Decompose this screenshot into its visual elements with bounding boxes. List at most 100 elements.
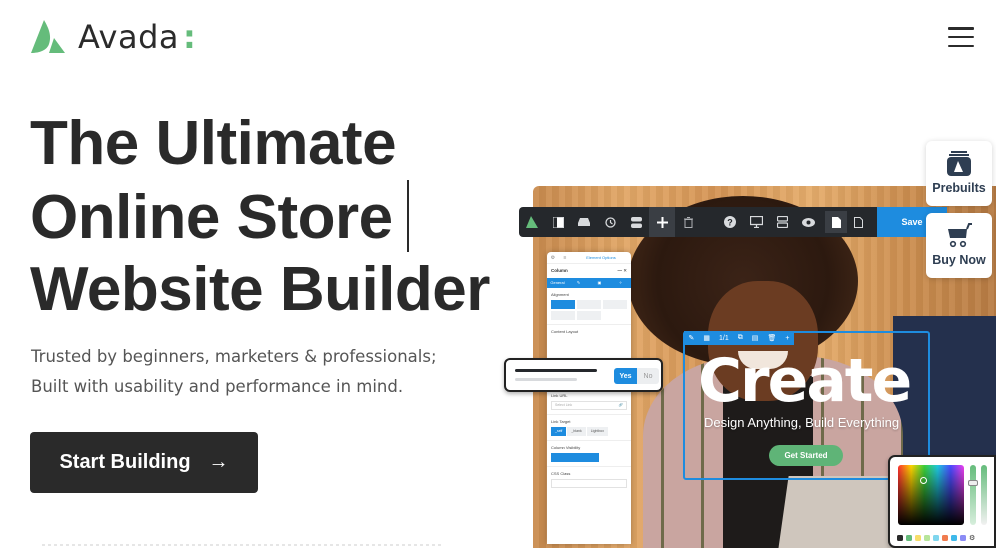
canvas-tagline: Design Anything, Build Everything xyxy=(704,415,900,430)
alignment-option[interactable] xyxy=(577,311,601,320)
link-url-label: Link URL xyxy=(551,393,568,398)
preview-icon[interactable] xyxy=(795,207,821,237)
navigator-icon[interactable]: ≡ xyxy=(559,255,571,261)
add-element-icon[interactable]: + xyxy=(785,335,789,342)
design-icon[interactable]: ✎ xyxy=(568,278,589,288)
alignment-label: Alignment xyxy=(551,292,569,297)
edit-icon[interactable]: ✎ xyxy=(689,334,695,342)
subtext-line: Trusted by beginners, marketers & profes… xyxy=(31,347,437,366)
get-started-button[interactable]: Get Started xyxy=(769,445,843,466)
history-icon[interactable] xyxy=(597,207,623,237)
library-icon[interactable] xyxy=(571,207,597,237)
yes-option[interactable]: Yes xyxy=(614,368,637,384)
save-element-icon[interactable]: ▤ xyxy=(752,334,759,342)
avada-logo-icon[interactable] xyxy=(519,207,545,237)
alignment-options xyxy=(551,300,627,320)
link-url-input[interactable]: Select Link 🔗 xyxy=(551,401,627,410)
element-options-tab[interactable]: Element Options xyxy=(571,255,631,260)
buy-now-button[interactable]: Buy Now xyxy=(926,213,992,278)
alignment-option[interactable] xyxy=(551,311,575,320)
headline-line-with-caret: Online Store xyxy=(30,180,490,254)
prebuilts-icon xyxy=(947,151,971,176)
color-swatch[interactable] xyxy=(897,535,903,541)
subtab-general[interactable]: General xyxy=(547,278,568,288)
panel-title-row: Column — ✕ xyxy=(547,264,631,278)
columns-icon[interactable]: ▦ xyxy=(703,334,710,342)
css-class-input[interactable] xyxy=(551,479,627,488)
delete-icon[interactable]: 🗑 xyxy=(767,334,776,342)
alpha-slider[interactable] xyxy=(981,465,987,525)
color-swatches: ⚙ xyxy=(897,534,975,542)
builder-toolbar: ? xyxy=(519,207,877,237)
layout-icon[interactable] xyxy=(769,207,795,237)
subtext-line: Built with usability and performance in … xyxy=(31,377,404,396)
no-option[interactable]: No xyxy=(637,368,659,384)
extras-icon[interactable]: ✧ xyxy=(610,278,631,288)
desktop-icon[interactable] xyxy=(743,207,769,237)
color-picker: ⚙ xyxy=(888,455,996,548)
headline-line: The Ultimate xyxy=(30,109,397,178)
panel-close-icon[interactable]: — ✕ xyxy=(617,268,627,274)
page-icon[interactable] xyxy=(825,211,847,233)
color-swatch[interactable] xyxy=(915,535,921,541)
headline-line: Website Builder xyxy=(30,255,490,324)
settings-icon[interactable]: ⚙ xyxy=(547,255,559,261)
typing-caret xyxy=(406,180,410,252)
add-icon[interactable] xyxy=(649,207,675,237)
color-swatch[interactable] xyxy=(942,535,948,541)
alignment-option[interactable] xyxy=(551,300,575,309)
element-toolbar: ✎ ▦ 1/1 ⧉ ▤ 🗑 + xyxy=(684,331,794,345)
clone-icon[interactable]: ⧉ xyxy=(738,334,743,342)
avada-logo-icon xyxy=(31,20,65,53)
brand-name: Avada xyxy=(78,18,179,56)
color-swatch[interactable] xyxy=(933,535,939,541)
column-visibility-section: Column Visibility xyxy=(547,441,631,467)
color-swatch[interactable] xyxy=(906,535,912,541)
css-class-section: CSS Class xyxy=(547,467,631,492)
menu-bar xyxy=(948,44,974,47)
content-layout-label: Content Layout xyxy=(551,329,579,334)
start-building-button[interactable]: Start Building → xyxy=(30,432,258,493)
background-icon[interactable]: ▣ xyxy=(589,278,610,288)
hero-headline: The Ultimate Online Store Website Builde… xyxy=(30,108,490,326)
panel-subtabs: General ✎ ▣ ✧ xyxy=(547,278,631,288)
link-target-self[interactable]: _self xyxy=(551,427,567,436)
color-swatch[interactable] xyxy=(924,535,930,541)
trash-icon[interactable] xyxy=(675,207,701,237)
hue-slider[interactable] xyxy=(968,465,978,525)
color-cursor[interactable] xyxy=(920,477,927,484)
prebuilts-button[interactable]: Prebuilts xyxy=(926,141,992,206)
arrow-right-icon: → xyxy=(208,451,229,473)
cart-icon xyxy=(948,223,972,248)
faint-footer-strip xyxy=(42,544,442,546)
color-swatch[interactable] xyxy=(951,535,957,541)
toggles-icon[interactable] xyxy=(623,207,649,237)
menu-bar xyxy=(948,35,974,39)
link-icon[interactable]: 🔗 xyxy=(619,403,623,408)
color-swatch[interactable] xyxy=(960,535,966,541)
hue-handle[interactable] xyxy=(968,480,978,486)
page-mode-toggle xyxy=(825,211,869,233)
cta-label: Start Building xyxy=(59,451,191,473)
panel-title: Column xyxy=(551,268,568,273)
link-target-label: Link Target xyxy=(551,419,571,424)
prebuilts-label: Prebuilts xyxy=(932,181,986,195)
brand-suffix: : xyxy=(182,18,196,56)
element-options-panel: ⚙ ≡ Element Options Column — ✕ General ✎… xyxy=(547,252,631,544)
link-target-lightbox[interactable]: Lightbox xyxy=(586,427,608,436)
alignment-option[interactable] xyxy=(603,300,627,309)
help-icon[interactable]: ? xyxy=(717,207,743,237)
yes-no-toggle-card: Yes No xyxy=(504,358,663,392)
buy-now-label: Buy Now xyxy=(932,253,986,267)
alignment-section: Alignment xyxy=(547,288,631,325)
saturation-area[interactable] xyxy=(898,465,964,525)
page-outline-icon[interactable] xyxy=(847,211,869,233)
visibility-toggles[interactable] xyxy=(551,453,599,462)
panel-tabs: ⚙ ≡ Element Options xyxy=(547,252,631,264)
hamburger-menu-icon[interactable] xyxy=(948,27,974,47)
alignment-option[interactable] xyxy=(577,300,601,309)
link-target-blank[interactable]: _blank xyxy=(567,427,586,436)
brand-logo[interactable]: Avada : xyxy=(30,19,196,55)
palette-settings-icon[interactable]: ⚙ xyxy=(969,534,975,542)
sidebar-icon[interactable] xyxy=(545,207,571,237)
